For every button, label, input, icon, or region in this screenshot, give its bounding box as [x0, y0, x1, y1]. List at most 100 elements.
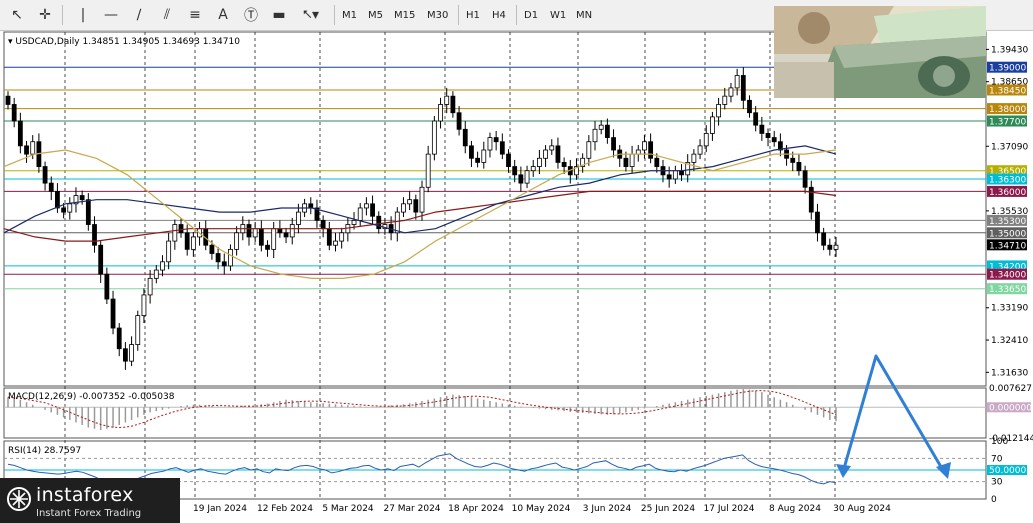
candle-body	[512, 166, 518, 176]
candle-body	[481, 149, 487, 163]
candle-body	[808, 186, 814, 213]
candle-body	[289, 224, 295, 238]
candle-body	[524, 170, 530, 184]
candle-body	[246, 224, 252, 238]
candle-body	[604, 124, 610, 138]
candle-body	[672, 170, 678, 180]
candle-body	[326, 228, 332, 246]
candle-body	[425, 153, 431, 188]
candle-body	[42, 166, 48, 184]
x-tick-label: 30 Aug 2024	[833, 504, 891, 514]
candle-body	[679, 170, 684, 176]
forecast-arrowhead-down-left	[836, 464, 851, 478]
candle-body	[147, 277, 153, 296]
x-tick-label: 18 Apr 2024	[448, 504, 504, 514]
x-tick-label: 27 Mar 2024	[383, 504, 440, 514]
current-price-label: 1.34710	[989, 241, 1026, 251]
candle-body	[642, 141, 647, 151]
candle-body	[771, 137, 777, 143]
level-price-label: 1.37700	[989, 118, 1026, 128]
currency-banknotes-image	[774, 6, 986, 98]
candle-body	[549, 145, 555, 151]
candle-body	[116, 327, 122, 350]
candle-body	[17, 120, 23, 147]
x-tick-label: 25 Jun 2024	[641, 504, 695, 514]
candle-body	[765, 133, 771, 138]
candle-body	[357, 207, 363, 221]
candle-body	[598, 124, 604, 130]
candle-body	[592, 128, 598, 143]
candle-body	[431, 120, 437, 155]
instaforex-logo-icon	[7, 487, 31, 511]
forecast-path	[841, 354, 946, 473]
candle-body	[85, 199, 91, 225]
x-tick-label: 8 Aug 2024	[769, 504, 821, 514]
candle-body	[320, 219, 326, 230]
candle-body	[104, 273, 110, 300]
level-price-label: 1.38000	[989, 105, 1026, 115]
candle-body	[394, 211, 400, 234]
candle-body	[518, 174, 524, 184]
candle-body	[456, 112, 462, 130]
candle-body	[30, 141, 36, 155]
candle-body	[370, 203, 375, 217]
level-price-label: 1.34000	[989, 271, 1026, 281]
level-price-label: 1.38450	[989, 86, 1026, 96]
candle-body	[728, 87, 734, 97]
candle-body	[215, 253, 221, 263]
candle-body	[623, 157, 629, 167]
candle-body	[228, 248, 233, 267]
candle-body	[172, 224, 178, 242]
candle-body	[666, 174, 672, 180]
candle-body	[537, 157, 542, 167]
y-tick-label: 1.31630	[991, 368, 1028, 378]
candle-body	[209, 244, 215, 254]
candle-body	[160, 261, 165, 271]
rsi-mid-label: 50.0000	[989, 466, 1026, 476]
candle-body	[530, 166, 536, 172]
candle-body	[413, 199, 419, 213]
candle-body	[586, 141, 592, 159]
candle-body	[561, 162, 567, 167]
rsi-y-tick-label: 30	[991, 478, 1003, 488]
macd-zero-label: 0.000000	[989, 403, 1032, 413]
moving-average-fast	[3, 149, 837, 279]
brand-tagline: Instant Forex Trading	[36, 508, 142, 519]
candle-body	[543, 149, 548, 159]
x-tick-label: 10 May 2024	[512, 504, 571, 514]
candle-body	[401, 203, 406, 213]
candle-body	[110, 298, 116, 329]
candle-body	[92, 224, 97, 246]
candle-body	[611, 137, 616, 151]
level-price-label: 1.36300	[989, 175, 1026, 185]
candle-body	[703, 133, 709, 147]
candle-body	[271, 228, 277, 250]
level-price-label: 1.36000	[989, 188, 1026, 198]
candle-body	[802, 170, 808, 188]
symbol-ohlc: ▾ USDCAD,Daily 1.34851 1.34905 1.34693 1…	[8, 37, 240, 47]
candle-body	[722, 95, 728, 105]
y-tick-label: 1.33190	[991, 304, 1028, 314]
candle-body	[129, 344, 134, 362]
candle-body	[648, 141, 654, 159]
candle-body	[258, 228, 264, 246]
candle-body	[61, 207, 67, 213]
candle-body	[135, 315, 141, 345]
candle-body	[747, 99, 752, 114]
rsi-header: RSI(14) 28.7597	[8, 446, 81, 456]
macd-y-tick-label: 0.007627	[989, 384, 1032, 394]
y-tick-label: 1.37090	[991, 142, 1028, 152]
candle-body	[252, 228, 258, 238]
candle-body	[98, 244, 104, 275]
level-price-label: 1.33650	[989, 285, 1026, 295]
candle-body	[24, 145, 29, 155]
level-price-label: 1.39000	[989, 64, 1026, 74]
candle-body	[166, 240, 172, 263]
candle-body	[141, 294, 147, 317]
candle-body	[351, 219, 357, 225]
brand-name: instaforex	[36, 484, 134, 506]
candle-body	[753, 112, 759, 126]
candle-body	[363, 203, 369, 209]
candle-body	[654, 157, 660, 167]
y-tick-label: 1.38650	[991, 78, 1028, 88]
